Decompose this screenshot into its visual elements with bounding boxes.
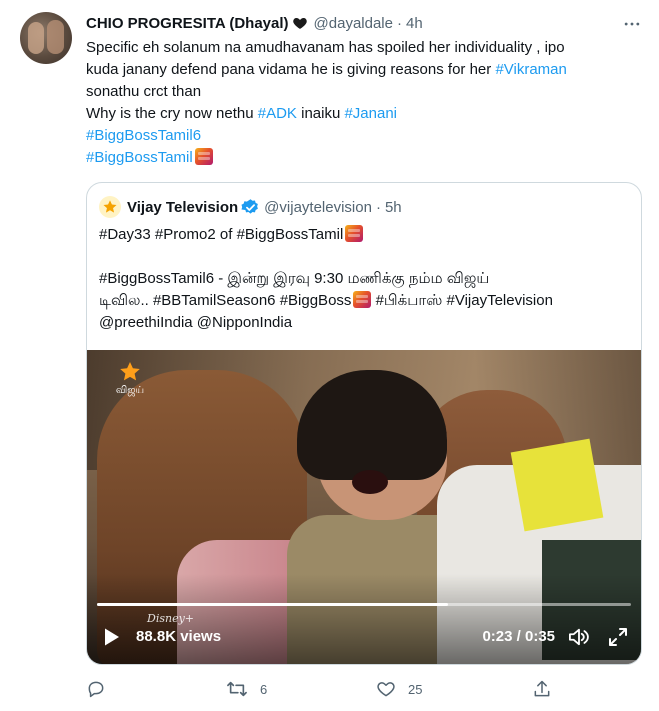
tweet-text-line: sonathu crct than xyxy=(86,83,202,100)
tweet-text: Specific eh solanum na amudhavanam has s… xyxy=(86,37,641,169)
text-segment: Why is the cry now nethu xyxy=(86,105,258,122)
tweet-text-line: Why is the cry now nethu #ADK inaiku #Ja… xyxy=(86,103,641,125)
reply-button[interactable] xyxy=(86,677,118,701)
tweet-text-line: Specific eh solanum na amudhavanam has s… xyxy=(86,39,565,56)
quoted-text-line: #BiggBossTamil6 - இன்று இரவு 9:30 மணிக்க… xyxy=(99,270,490,287)
share-icon xyxy=(534,680,550,697)
tweet-text-line: kuda janany defend pana vidama he is giv… xyxy=(86,59,641,81)
quoted-text-line: #Day33 #Promo2 of #BiggBossTamil xyxy=(99,224,629,246)
bigg-boss-hashflag-icon xyxy=(353,291,372,308)
separator-dot: · xyxy=(375,198,381,216)
text-segment: #Day33 #Promo2 of #BiggBossTamil xyxy=(99,226,344,243)
more-options-button[interactable] xyxy=(620,12,644,36)
like-count: 25 xyxy=(408,681,423,697)
bigg-boss-hashflag-icon xyxy=(194,148,213,165)
tweet[interactable]: CHIO PROGRESITA (Dhayal) @dayaldale · 4h… xyxy=(0,0,659,711)
avatar-figure xyxy=(47,20,64,54)
quoted-author-handle[interactable]: @vijaytelevision xyxy=(264,199,372,216)
author-name[interactable]: CHIO PROGRESITA (Dhayal) xyxy=(86,15,289,32)
hashtag-link[interactable]: #ADK xyxy=(258,105,297,122)
quoted-tweet-text: #Day33 #Promo2 of #BiggBossTamil #BiggBo… xyxy=(99,224,629,334)
bigg-boss-hashflag-icon xyxy=(345,225,364,242)
hashtag-link[interactable]: #BiggBossTamil6 xyxy=(86,127,201,144)
video-scene-detail xyxy=(510,438,604,532)
video-controls: 88.8K views 0:23 / 0:35 xyxy=(87,618,641,654)
tweet-actions: 6 25 xyxy=(86,677,566,701)
text-segment: டிவில.. #BBTamilSeason6 #BiggBoss xyxy=(99,292,352,309)
text-segment: inaiku xyxy=(296,105,345,122)
reply-icon xyxy=(88,681,104,698)
video-progress-fill xyxy=(97,603,448,606)
black-heart-icon xyxy=(292,17,307,29)
video-time: 0:23 / 0:35 xyxy=(482,628,555,645)
quoted-author-avatar[interactable] xyxy=(99,196,121,218)
retweet-count: 6 xyxy=(260,681,268,697)
tweet-header: CHIO PROGRESITA (Dhayal) @dayaldale · 4h xyxy=(86,13,423,33)
play-icon[interactable] xyxy=(103,627,121,647)
heart-icon xyxy=(377,682,395,697)
quoted-text-line: டிவில.. #BBTamilSeason6 #BiggBoss #பிக்ப… xyxy=(99,290,629,312)
channel-logo-text: விஜய் xyxy=(115,385,145,396)
author-handle[interactable]: @dayaldale xyxy=(314,15,393,32)
separator-dot: · xyxy=(396,14,402,32)
avatar-figure xyxy=(28,22,44,54)
quoted-text-line: @preethiIndia @NipponIndia xyxy=(99,314,293,331)
hashtag-link[interactable]: #Vikraman xyxy=(495,61,566,78)
text-segment: #பிக்பாஸ் #VijayTelevision xyxy=(371,292,553,309)
hashtag-link[interactable]: #BiggBossTamil xyxy=(86,149,193,166)
view-count: 88.8K views xyxy=(136,628,222,645)
vijay-logo-icon xyxy=(103,200,117,213)
video-player[interactable]: விஜய் Disney+ 88.8K views 0:23 / 0:35 xyxy=(87,350,641,664)
hashtag-link[interactable]: #Janani xyxy=(344,105,397,122)
author-avatar[interactable] xyxy=(20,12,72,64)
fullscreen-icon[interactable] xyxy=(608,627,628,647)
channel-logo: விஜய் xyxy=(113,360,147,397)
text-segment: kuda janany defend pana vidama he is giv… xyxy=(86,61,496,78)
tweet-text-line: #BiggBossTamil xyxy=(86,147,641,169)
tweet-text-line: #BiggBossTamil6 xyxy=(86,125,641,147)
quoted-tweet-header: Vijay Television @vijaytelevision · 5h xyxy=(99,196,402,218)
volume-icon[interactable] xyxy=(568,627,590,647)
like-button[interactable]: 25 xyxy=(376,677,422,701)
quoted-tweet[interactable]: Vijay Television @vijaytelevision · 5h #… xyxy=(86,182,642,665)
video-progress-bar[interactable] xyxy=(97,603,631,606)
retweet-icon xyxy=(227,681,247,697)
more-icon xyxy=(624,22,640,26)
share-button[interactable] xyxy=(532,677,552,701)
star-logo-icon xyxy=(120,362,140,381)
video-scene-mouth xyxy=(352,470,388,494)
quoted-author-name[interactable]: Vijay Television xyxy=(127,199,238,216)
retweet-button[interactable]: 6 xyxy=(226,677,267,701)
verified-badge-icon xyxy=(241,198,259,214)
quoted-timestamp[interactable]: 5h xyxy=(385,199,402,216)
tweet-timestamp[interactable]: 4h xyxy=(406,15,423,32)
